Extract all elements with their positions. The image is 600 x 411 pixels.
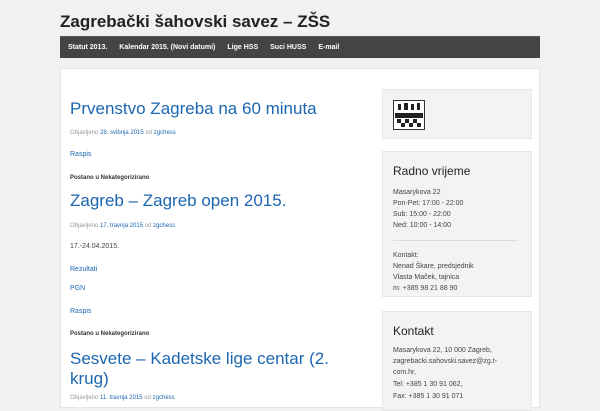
post-date-link-1[interactable]: 28. svibnja 2015	[100, 130, 144, 136]
contact-line: Vlasta Maček, tajnica	[393, 274, 460, 281]
nav-item-kalendar[interactable]: Kalendar 2015. (Novi datumi)	[113, 37, 221, 59]
post-title-3[interactable]: Sesvete – Kadetske lige centar (2. krug)	[70, 349, 360, 389]
post-category-1[interactable]: Postano u Nekategorizirano	[70, 175, 149, 181]
post-2-link-pgn[interactable]: PGN	[70, 285, 85, 292]
contact-email-line: com.hr,	[393, 369, 416, 376]
working-hours-line: Masarykova 22	[393, 189, 441, 196]
post-date-link-3[interactable]: 11. travnja 2015	[100, 395, 143, 401]
contact-title: Kontakt	[393, 324, 434, 338]
chess-rook-icon	[395, 102, 423, 127]
content-area: Prvenstvo Zagreba na 60 minuta Objavljen…	[60, 68, 540, 411]
contact-line: Kontakt:	[393, 252, 419, 259]
contact-address-line: Masarykova 22, 10 000 Zagreb,	[393, 347, 492, 354]
post-author-link-1[interactable]: zgchess	[154, 130, 176, 136]
nav-item-email[interactable]: E-mail	[312, 37, 345, 59]
working-hours-title: Radno vrijeme	[393, 164, 471, 178]
site-title[interactable]: Zagrebački šahovski savez – ZŠS	[60, 12, 330, 32]
post-author-link-2[interactable]: zgchess	[153, 223, 175, 229]
contact-line: m: +385 98 21 88 90	[393, 285, 458, 292]
working-hours-line: Pon-Pet: 17:00 - 22:00	[393, 200, 464, 207]
widget-divider	[393, 240, 518, 241]
contact-line: Nenad Škare, predsjednik	[393, 263, 474, 270]
post-2-link-raspis[interactable]: Raspis	[70, 308, 91, 315]
contact-fax-line: Fax: +385 1 30 91 071	[393, 393, 464, 400]
post-author-link-3[interactable]: zgchess	[153, 395, 175, 401]
post-meta-3: Objavljeno 11. travnja 2015 od zgchess	[70, 395, 175, 401]
logo-widget	[382, 89, 532, 139]
contact-email-line: zagrebacki.sahovski.savez@zg.t-	[393, 358, 497, 365]
chess-federation-logo[interactable]	[393, 100, 425, 130]
post-title-2[interactable]: Zagreb – Zagreb open 2015.	[70, 191, 360, 211]
contact-phone-line: Tel: +385 1 30 91 062,	[393, 381, 463, 388]
post-meta-2: Objavljeno 17. travnja 2015 od zgchess	[70, 223, 176, 229]
post-1-link-raspis[interactable]: Raspis	[70, 151, 91, 158]
post-date-link-2[interactable]: 17. travnja 2015	[100, 223, 143, 229]
nav-item-lige-hss[interactable]: Lige HSS	[221, 37, 264, 59]
working-hours-line: Sub: 15:00 - 22:00	[393, 211, 451, 218]
nav-item-suci-huss[interactable]: Suci HUSS	[264, 37, 312, 59]
working-hours-widget: Radno vrijeme Masarykova 22 Pon-Pet: 17:…	[382, 151, 532, 297]
main-navigation: Statut 2013. Kalendar 2015. (Novi datumi…	[60, 36, 540, 58]
post-2-text: 17.-24.04.2015.	[70, 243, 120, 250]
post-title-1[interactable]: Prvenstvo Zagreba na 60 minuta	[70, 99, 360, 119]
post-meta-1: Objavljeno 28. svibnja 2015 od zgchess	[70, 130, 176, 136]
post-category-2[interactable]: Postano u Nekategorizirano	[70, 331, 149, 337]
post-2-link-rezultati[interactable]: Rezultati	[70, 266, 97, 273]
working-hours-line: Ned: 10:00 - 14:00	[393, 222, 451, 229]
nav-item-statut[interactable]: Statut 2013.	[62, 37, 113, 59]
contact-widget: Kontakt Masarykova 22, 10 000 Zagreb, za…	[382, 311, 532, 411]
